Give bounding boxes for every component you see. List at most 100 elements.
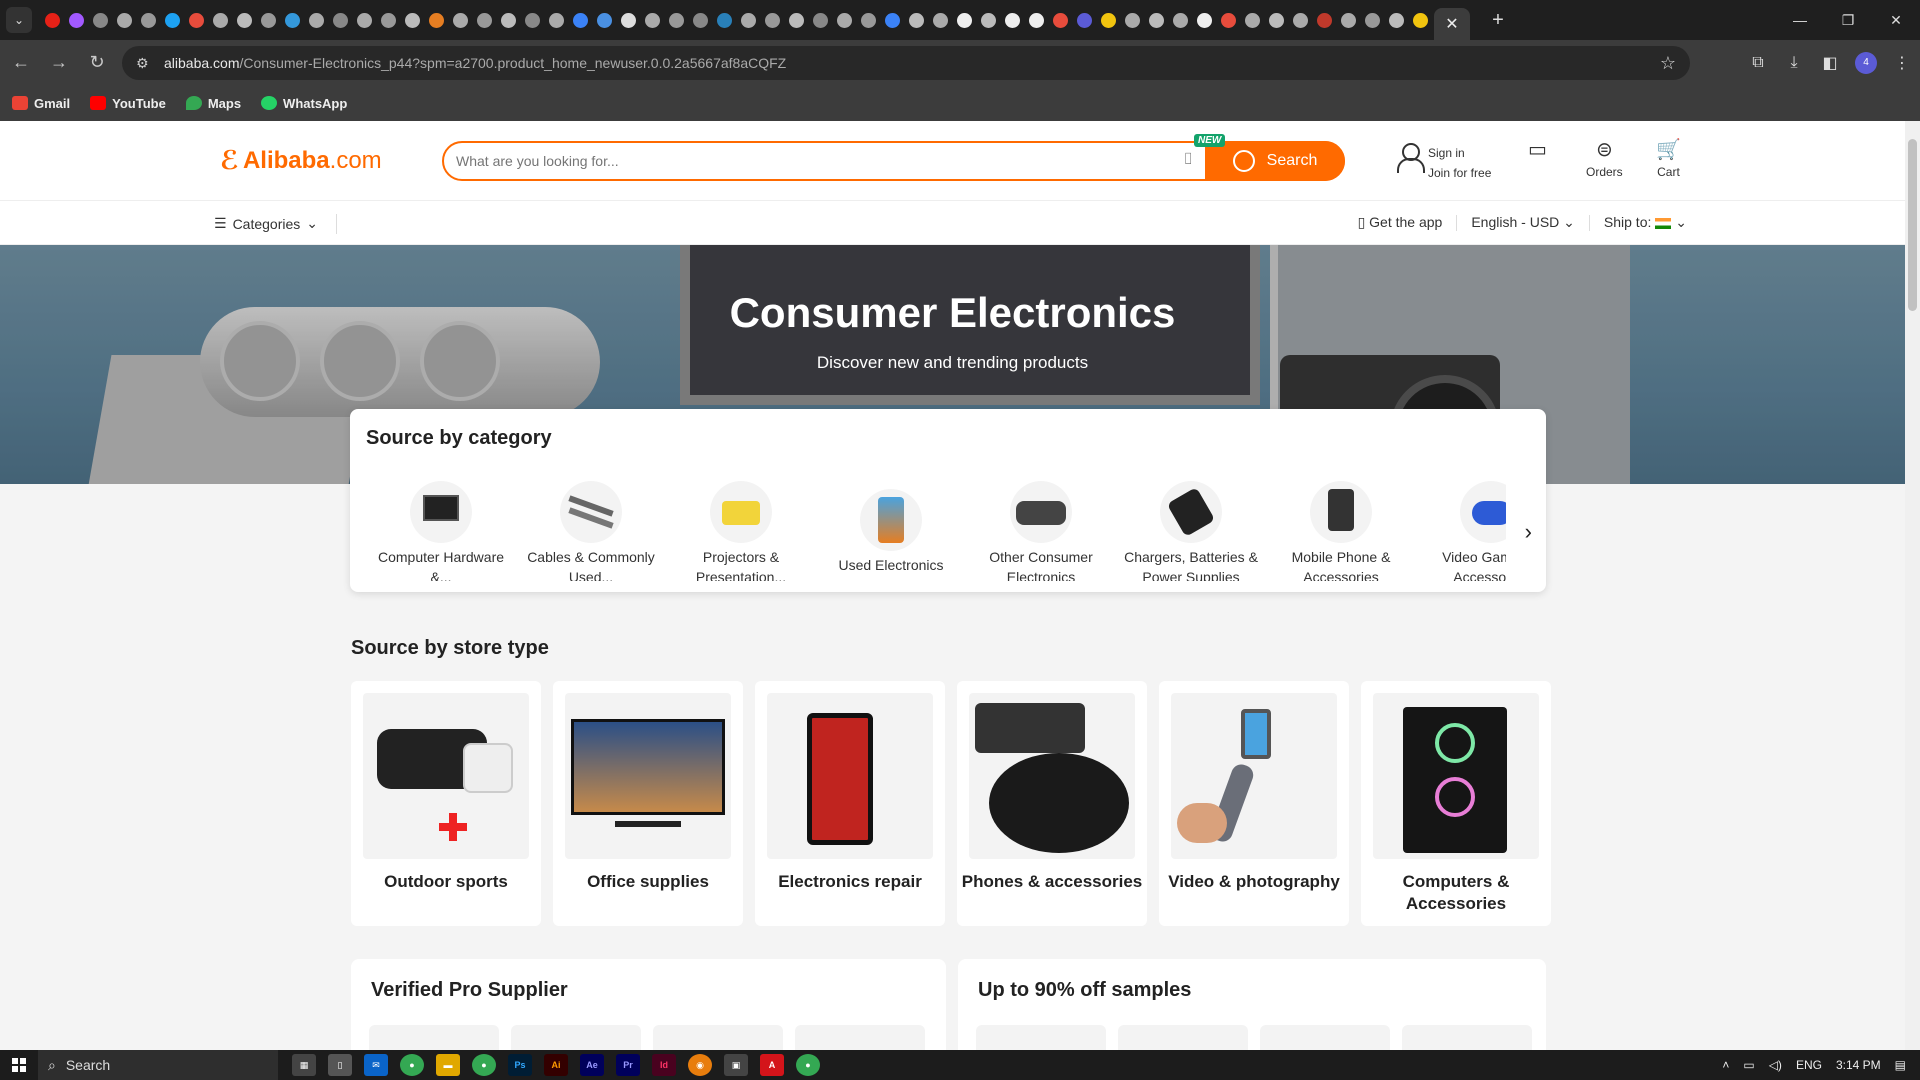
get-app-link[interactable]: ▯ Get the app <box>1358 214 1443 231</box>
tab[interactable] <box>472 4 496 36</box>
store-type-card[interactable]: Computers & Accessories <box>1361 681 1551 926</box>
chrome-icon[interactable]: ● <box>796 1054 820 1076</box>
file-explorer-icon[interactable]: ▬ <box>436 1054 460 1076</box>
tab[interactable] <box>448 4 472 36</box>
search-input[interactable] <box>456 153 1156 169</box>
downloads-icon[interactable]: ⤓ <box>1776 45 1812 81</box>
windows-start-icon[interactable] <box>0 1050 38 1080</box>
tab[interactable] <box>160 4 184 36</box>
page-scrollbar[interactable] <box>1905 121 1920 1050</box>
profile-avatar[interactable]: 4 <box>1855 51 1877 74</box>
search-button[interactable]: Search <box>1205 141 1345 181</box>
tab[interactable] <box>1240 4 1264 36</box>
chevron-right-icon[interactable]: › <box>1525 519 1532 545</box>
language-indicator[interactable]: ENG <box>1796 1058 1822 1072</box>
category-item[interactable]: Computer Hardware &... <box>366 481 516 581</box>
tab[interactable] <box>1000 4 1024 36</box>
tab[interactable] <box>520 4 544 36</box>
tab[interactable] <box>952 4 976 36</box>
bookmark-youtube[interactable]: YouTube <box>90 96 166 111</box>
tab[interactable] <box>1144 4 1168 36</box>
tab[interactable] <box>832 4 856 36</box>
tab[interactable] <box>88 4 112 36</box>
active-tab-close-icon[interactable]: ✕ <box>1434 8 1470 40</box>
tab[interactable] <box>1408 4 1432 36</box>
tab[interactable] <box>760 4 784 36</box>
store-type-card[interactable]: Outdoor sports <box>351 681 541 926</box>
tab-search-menu-button[interactable]: ⌄ <box>6 7 32 33</box>
tab[interactable] <box>904 4 928 36</box>
tab[interactable] <box>232 4 256 36</box>
tab[interactable] <box>136 4 160 36</box>
tab[interactable] <box>352 4 376 36</box>
tab[interactable] <box>64 4 88 36</box>
bookmark-star-icon[interactable]: ☆ <box>1660 53 1676 74</box>
illustrator-icon[interactable]: Ai <box>544 1054 568 1076</box>
minimize-icon[interactable]: — <box>1776 0 1824 40</box>
product-thumbnail[interactable] <box>1260 1025 1390 1050</box>
categories-menu[interactable]: ☰ Categories ⌄ <box>214 215 318 232</box>
tab[interactable] <box>976 4 1000 36</box>
tab[interactable] <box>784 4 808 36</box>
product-thumbnail[interactable] <box>511 1025 641 1050</box>
bookmark-whatsapp[interactable]: WhatsApp <box>261 96 347 111</box>
tab[interactable] <box>1264 4 1288 36</box>
tab[interactable] <box>856 4 880 36</box>
clock[interactable]: 3:14 PM <box>1836 1058 1881 1072</box>
tab[interactable] <box>1192 4 1216 36</box>
tab[interactable] <box>304 4 328 36</box>
image-search-icon[interactable]: ⌷ <box>1183 151 1193 169</box>
tab[interactable] <box>640 4 664 36</box>
product-thumbnail[interactable] <box>369 1025 499 1050</box>
alibaba-logo[interactable]: ℰ Alibaba .com <box>220 145 382 176</box>
tab[interactable] <box>40 4 64 36</box>
product-thumbnail[interactable] <box>795 1025 925 1050</box>
category-item[interactable]: Used Electronics <box>816 481 966 575</box>
tab[interactable] <box>928 4 952 36</box>
tab[interactable] <box>1024 4 1048 36</box>
tab[interactable] <box>1384 4 1408 36</box>
tab[interactable] <box>400 4 424 36</box>
tab[interactable] <box>112 4 136 36</box>
address-bar[interactable]: ⚙ alibaba.com/Consumer-Electronics_p44?s… <box>122 46 1690 80</box>
category-item[interactable]: Chargers, Batteries & Power Supplies <box>1116 481 1266 581</box>
chrome-icon[interactable]: ● <box>472 1054 496 1076</box>
sign-in-link[interactable]: Sign in Join for free <box>1396 143 1491 183</box>
indesign-icon[interactable]: Id <box>652 1054 676 1076</box>
tab[interactable] <box>496 4 520 36</box>
product-thumbnail[interactable] <box>1402 1025 1532 1050</box>
bookmark-maps[interactable]: Maps <box>185 96 241 111</box>
tab[interactable] <box>328 4 352 36</box>
after-effects-icon[interactable]: Ae <box>580 1054 604 1076</box>
category-item[interactable]: Mobile Phone & Accessories <box>1266 481 1416 581</box>
tab[interactable] <box>1288 4 1312 36</box>
tab[interactable] <box>1360 4 1384 36</box>
blender-icon[interactable]: ◉ <box>688 1054 712 1076</box>
scrollbar-thumb[interactable] <box>1908 139 1917 311</box>
category-item[interactable]: Cables & Commonly Used... <box>516 481 666 581</box>
store-type-card[interactable]: Office supplies <box>553 681 743 926</box>
tab[interactable] <box>1048 4 1072 36</box>
messages-button[interactable]: ▭ <box>1528 137 1547 165</box>
tab[interactable] <box>712 4 736 36</box>
close-window-icon[interactable]: ✕ <box>1872 0 1920 40</box>
tab[interactable] <box>376 4 400 36</box>
site-info-icon[interactable]: ⚙ <box>136 55 154 72</box>
forward-icon[interactable]: → <box>42 46 76 80</box>
tab[interactable] <box>424 4 448 36</box>
back-icon[interactable]: ← <box>4 46 38 80</box>
chrome-icon[interactable]: ● <box>400 1054 424 1076</box>
tab[interactable] <box>1120 4 1144 36</box>
file-icon[interactable]: ▯ <box>328 1054 352 1076</box>
category-item[interactable]: Projectors & Presentation... <box>666 481 816 581</box>
ship-to-selector[interactable]: Ship to: ⌄ <box>1604 214 1687 231</box>
side-panel-icon[interactable]: ◧ <box>1812 45 1848 81</box>
product-thumbnail[interactable] <box>976 1025 1106 1050</box>
tab[interactable] <box>1336 4 1360 36</box>
bookmark-gmail[interactable]: Gmail <box>12 96 70 111</box>
tab[interactable] <box>688 4 712 36</box>
tab[interactable] <box>184 4 208 36</box>
tab[interactable] <box>568 4 592 36</box>
tab[interactable] <box>1312 4 1336 36</box>
mail-icon[interactable]: ✉ <box>364 1054 388 1076</box>
